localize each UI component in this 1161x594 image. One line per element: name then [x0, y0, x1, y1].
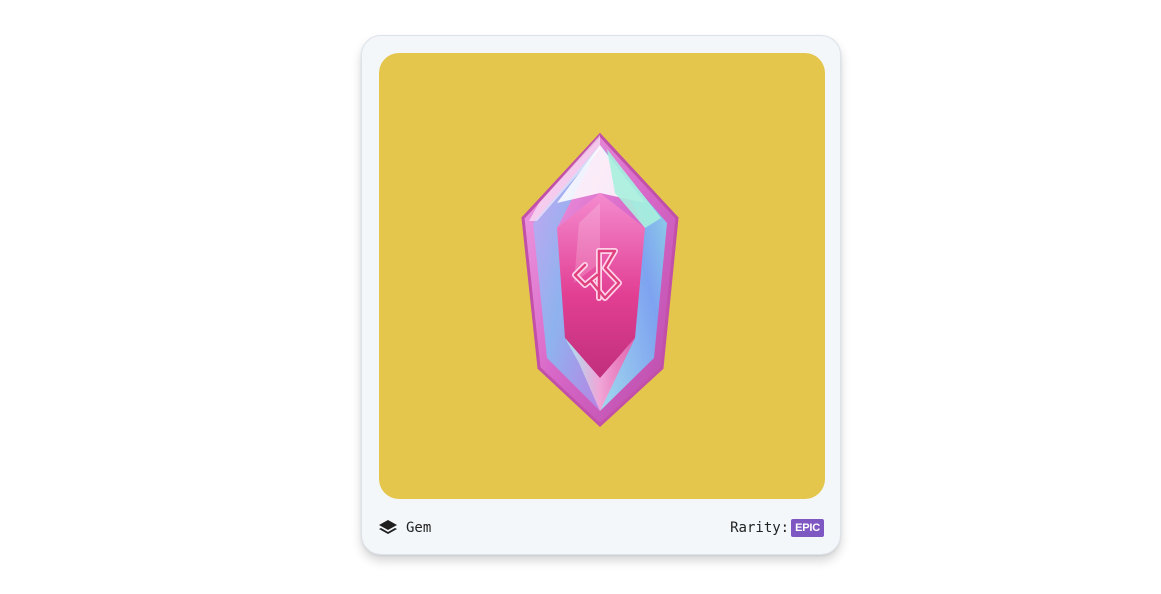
item-card[interactable]: Gem Rarity: EPIC [361, 35, 841, 555]
layers-icon [378, 518, 398, 538]
rarity-label: Rarity: [730, 520, 790, 536]
item-image [379, 53, 825, 499]
rarity-badge: EPIC [791, 519, 824, 537]
gem-illustration [521, 132, 679, 428]
item-type-label: Gem [406, 520, 432, 536]
item-rarity: Rarity: EPIC [730, 519, 824, 537]
item-type: Gem [378, 518, 431, 538]
card-footer: Gem Rarity: EPIC [378, 516, 824, 540]
